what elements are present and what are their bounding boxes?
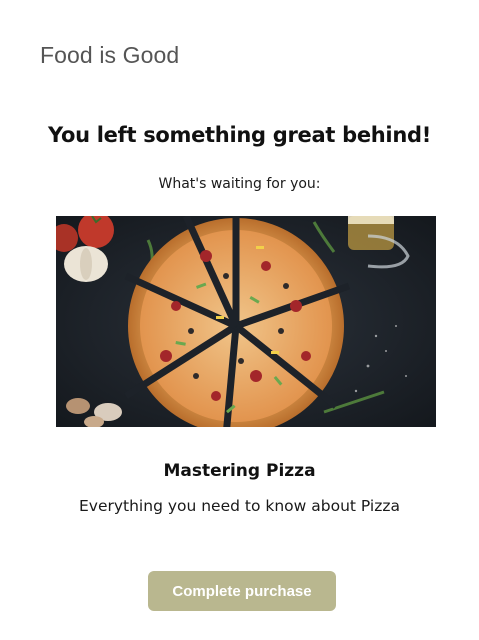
email-page: Food is Good You left something great be… bbox=[0, 0, 479, 640]
product-title: Mastering Pizza bbox=[163, 461, 316, 481]
complete-purchase-button[interactable]: Complete purchase bbox=[148, 571, 336, 611]
pizza-image bbox=[56, 216, 436, 427]
pizza-photo-icon bbox=[56, 216, 436, 427]
product-description: Everything you need to know about Pizza bbox=[78, 497, 401, 515]
brand-name: Food is Good bbox=[40, 42, 180, 68]
subhead: What's waiting for you: bbox=[158, 176, 321, 192]
headline: You left something great behind! bbox=[48, 123, 431, 147]
